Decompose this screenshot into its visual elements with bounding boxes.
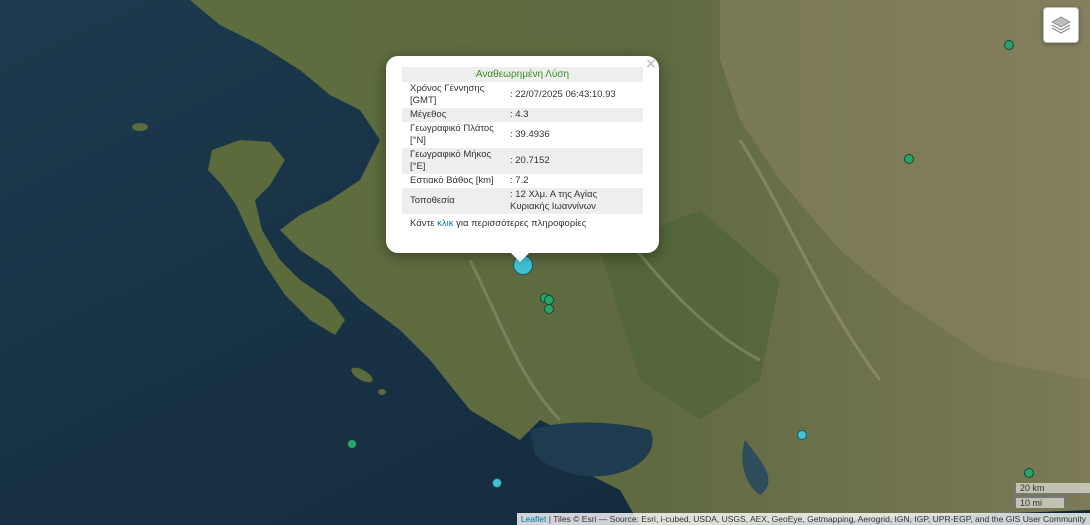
scale-control: 20 km 10 mi (1014, 483, 1090, 508)
popup-close-button[interactable]: × (645, 57, 657, 71)
detail-value: : 20.7152 (502, 148, 643, 174)
detail-value: : 12 Χλμ. Α της Αγίας Κυριακής Ιωαννίνων (502, 188, 643, 214)
more-info-prefix: Κάντε (410, 218, 438, 229)
layers-icon (1051, 16, 1071, 34)
earthquake-popup: × Αναθεωρημένη Λύση Χρόνος Γέννησης [GMT… (386, 56, 659, 253)
popup-content: Αναθεωρημένη Λύση Χρόνος Γέννησης [GMT]:… (402, 67, 643, 230)
more-info-line: Κάντε κλικ για περισσότερες πληροφορίες (402, 214, 643, 230)
detail-label: Γεωγραφικό Πλάτος [°N] (410, 123, 494, 146)
table-row: Γεωγραφικό Μήκος [°E]: 20.7152 (402, 148, 643, 174)
detail-value: : 7.2 (510, 175, 529, 186)
more-info-link[interactable]: κλικ (437, 218, 453, 229)
popup-title: Αναθεωρημένη Λύση (402, 67, 643, 82)
detail-label: Γεωγραφικό Μήκος [°E] (402, 148, 502, 174)
table-row: Χρόνος Γέννησης [GMT] : 22/07/2025 06:43:… (402, 82, 643, 108)
table-row: Μέγεθος: 4.3 (402, 108, 643, 122)
quake-marker[interactable] (347, 439, 357, 449)
detail-value: : 22/07/2025 06:43:10.93 (510, 89, 616, 100)
popup-tip (510, 252, 530, 262)
quake-marker[interactable] (1024, 468, 1034, 478)
detail-label: Μέγεθος (402, 108, 502, 122)
table-row: Τοποθεσία: 12 Χλμ. Α της Αγίας Κυριακής … (402, 188, 643, 214)
quake-marker[interactable] (544, 304, 554, 314)
table-row: Γεωγραφικό Πλάτος [°N] : 39.4936 (402, 122, 643, 148)
layers-control-button[interactable] (1043, 7, 1079, 43)
quake-marker[interactable] (1004, 40, 1014, 50)
leaflet-link[interactable]: Leaflet (521, 514, 547, 524)
detail-label: Χρόνος Γέννησης [GMT] (410, 83, 485, 106)
quake-marker[interactable] (904, 154, 914, 164)
quake-marker[interactable] (797, 430, 807, 440)
table-row: Εστιακό Βάθος [km] : 7.2 (402, 174, 643, 188)
quake-marker[interactable] (492, 478, 502, 488)
detail-value: : 4.3 (502, 108, 643, 122)
scale-km: 20 km (1014, 483, 1090, 495)
detail-label: Τοποθεσία (402, 188, 502, 214)
attribution-text: | Tiles © Esri — Source: Esri, i-cubed, … (546, 514, 1086, 524)
scale-mi: 10 mi (1014, 496, 1066, 508)
earthquake-details-table: Χρόνος Γέννησης [GMT] : 22/07/2025 06:43:… (402, 82, 643, 214)
map-attribution: Leaflet | Tiles © Esri — Source: Esri, i… (516, 513, 1090, 525)
more-info-suffix: για περισσότερες πληροφορίες (453, 218, 587, 229)
detail-value: : 39.4936 (510, 129, 550, 140)
detail-label: Εστιακό Βάθος [km] (410, 175, 494, 186)
map-canvas[interactable]: × Αναθεωρημένη Λύση Χρόνος Γέννησης [GMT… (0, 0, 1090, 525)
